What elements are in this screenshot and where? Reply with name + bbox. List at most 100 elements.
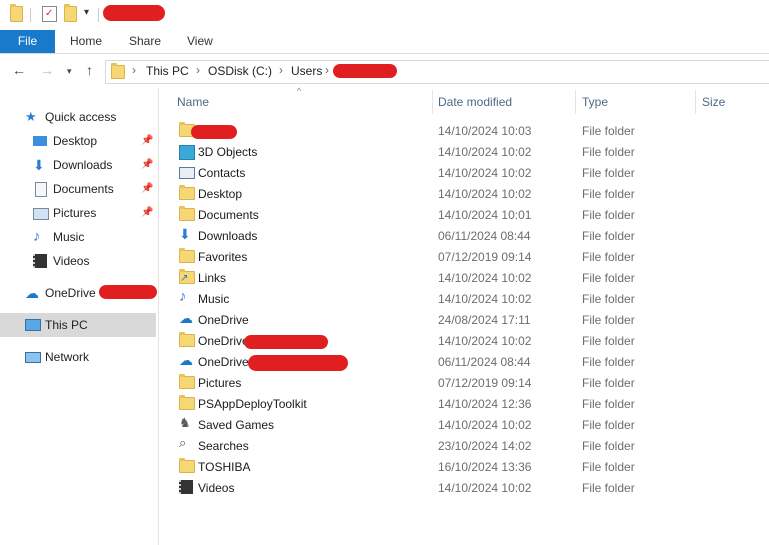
sidebar-item-label: Network [45, 350, 90, 364]
folder-icon [179, 395, 195, 410]
file-type: File folder [582, 208, 635, 222]
properties-icon[interactable]: ✓ [42, 6, 57, 22]
tab-share[interactable]: Share [129, 30, 161, 53]
column-header-size[interactable]: Size [702, 95, 725, 109]
recent-locations-icon[interactable]: ▾ [67, 66, 72, 77]
file-name: 3D Objects [198, 145, 258, 159]
navigation-bar: ← → ▾ ↑ › This PC › OSDisk (C:) › Users … [0, 54, 769, 86]
folder-icon [179, 206, 195, 221]
file-row[interactable]: Pictures 07/12/2019 09:14 File folder [160, 372, 769, 393]
pin-icon[interactable]: 📌 [141, 130, 153, 152]
file-name: OneDrive [198, 334, 249, 348]
file-name: Desktop [198, 187, 243, 201]
network-icon [25, 352, 41, 363]
sidebar-item-downloads[interactable]: ⬇ Downloads 📌 [33, 154, 158, 176]
file-row[interactable]: ⌕ Searches 23/10/2024 14:02 File folder [160, 435, 769, 456]
pin-icon[interactable]: 📌 [141, 178, 153, 200]
column-header-date-modified[interactable]: Date modified [438, 95, 512, 109]
sidebar-item-videos[interactable]: Videos [33, 250, 158, 272]
column-divider[interactable] [695, 90, 696, 114]
sidebar-item-label: Documents [53, 182, 114, 196]
file-row[interactable]: ↗ Links 14/10/2024 10:02 File folder [160, 267, 769, 288]
file-row[interactable]: ♪ Music 14/10/2024 10:02 File folder [160, 288, 769, 309]
file-date: 06/11/2024 08:44 [438, 355, 531, 369]
file-date: 14/10/2024 10:02 [438, 418, 532, 432]
file-row[interactable]: 14/10/2024 10:03 File folder [160, 120, 769, 141]
sidebar-item-desktop[interactable]: Desktop 📌 [33, 130, 158, 152]
file-row[interactable]: Documents 14/10/2024 10:01 File folder [160, 204, 769, 225]
file-name: TOSHIBA [198, 460, 251, 474]
redacted-username [333, 64, 397, 78]
column-header-name[interactable]: Name [177, 95, 209, 109]
chevron-right-icon[interactable]: › [279, 63, 283, 77]
file-row[interactable]: OneDrive 14/10/2024 10:02 File folder [160, 330, 769, 351]
onedrive-icon: ☁ [25, 285, 39, 301]
tab-view[interactable]: View [187, 30, 213, 53]
file-date: 24/08/2024 17:11 [438, 313, 531, 327]
file-name: Downloads [198, 229, 258, 243]
breadcrumb-this-pc[interactable]: This PC [146, 64, 189, 78]
forward-arrow-icon[interactable]: → [40, 62, 54, 78]
file-date: 14/10/2024 12:36 [438, 397, 532, 411]
folder-icon [10, 4, 23, 25]
sidebar-item-label: Downloads [53, 158, 113, 172]
redacted-folder-name [191, 125, 237, 139]
sidebar-item-pictures[interactable]: Pictures 📌 [33, 202, 158, 224]
breadcrumb-drive[interactable]: OSDisk (C:) [208, 64, 272, 78]
file-row[interactable]: Contacts 14/10/2024 10:02 File folder [160, 162, 769, 183]
tab-home[interactable]: Home [70, 30, 102, 53]
file-row[interactable]: ☁ OneDrive 06/11/2024 08:44 File folder [160, 351, 769, 372]
up-arrow-icon[interactable]: ↑ [86, 62, 93, 78]
customize-toolbar-icon[interactable]: ▾ [84, 7, 89, 18]
sidebar-item-label: This PC [45, 318, 88, 332]
file-date: 14/10/2024 10:02 [438, 187, 532, 201]
new-folder-icon[interactable] [64, 4, 77, 25]
file-type: File folder [582, 418, 635, 432]
file-type: File folder [582, 376, 635, 390]
chevron-right-icon[interactable]: › [196, 63, 200, 77]
file-name: Contacts [198, 166, 246, 180]
sidebar-item-music[interactable]: ♪ Music [33, 226, 158, 248]
tab-file[interactable]: File [0, 30, 55, 53]
pin-icon[interactable]: 📌 [141, 202, 153, 224]
contacts-icon [179, 167, 195, 179]
sidebar-item-documents[interactable]: Documents 📌 [33, 178, 158, 200]
column-divider[interactable] [575, 90, 576, 114]
file-row[interactable]: TOSHIBA 16/10/2024 13:36 File folder [160, 456, 769, 477]
sidebar-item-quick-access[interactable]: ★ Quick access [25, 106, 155, 128]
file-row[interactable]: ☁ OneDrive 24/08/2024 17:11 File folder [160, 309, 769, 330]
file-row[interactable]: Favorites 07/12/2019 09:14 File folder [160, 246, 769, 267]
searches-icon: ⌕ [179, 435, 187, 450]
sidebar-item-network[interactable]: Network [25, 346, 158, 368]
file-row[interactable]: Videos 14/10/2024 10:02 File folder [160, 477, 769, 498]
back-arrow-icon[interactable]: ← [12, 62, 26, 78]
file-type: File folder [582, 460, 635, 474]
saved-games-icon: ♞ [179, 415, 191, 430]
sidebar-item-this-pc[interactable]: This PC [0, 313, 156, 337]
file-name: Documents [198, 208, 259, 222]
folder-icon [179, 374, 195, 389]
file-row[interactable]: Desktop 14/10/2024 10:02 File folder [160, 183, 769, 204]
downloads-icon: ⬇ [33, 157, 45, 173]
chevron-right-icon[interactable]: › [132, 63, 136, 77]
file-type: File folder [582, 145, 635, 159]
file-name: Pictures [198, 376, 242, 390]
file-name: Links [198, 271, 227, 285]
file-row[interactable]: PSAppDeployToolkit 14/10/2024 12:36 File… [160, 393, 769, 414]
file-type: File folder [582, 313, 635, 327]
pin-icon[interactable]: 📌 [141, 154, 153, 176]
sort-ascending-icon: ^ [297, 86, 302, 96]
file-date: 07/12/2019 09:14 [438, 376, 532, 390]
file-name: Music [198, 292, 230, 306]
file-row[interactable]: ♞ Saved Games 14/10/2024 10:02 File fold… [160, 414, 769, 435]
column-header-type[interactable]: Type [582, 95, 608, 109]
file-type: File folder [582, 355, 635, 369]
address-bar[interactable]: › This PC › OSDisk (C:) › Users › [105, 60, 769, 84]
file-name: PSAppDeployToolkit [198, 397, 307, 411]
column-divider[interactable] [432, 90, 433, 114]
breadcrumb-users[interactable]: Users [291, 64, 322, 78]
chevron-right-icon[interactable]: › [325, 63, 329, 77]
sidebar-item-onedrive[interactable]: ☁ OneDrive - [25, 282, 158, 304]
file-row[interactable]: 3D Objects 14/10/2024 10:02 File folder [160, 141, 769, 162]
file-row[interactable]: ⬇ Downloads 06/11/2024 08:44 File folder [160, 225, 769, 246]
